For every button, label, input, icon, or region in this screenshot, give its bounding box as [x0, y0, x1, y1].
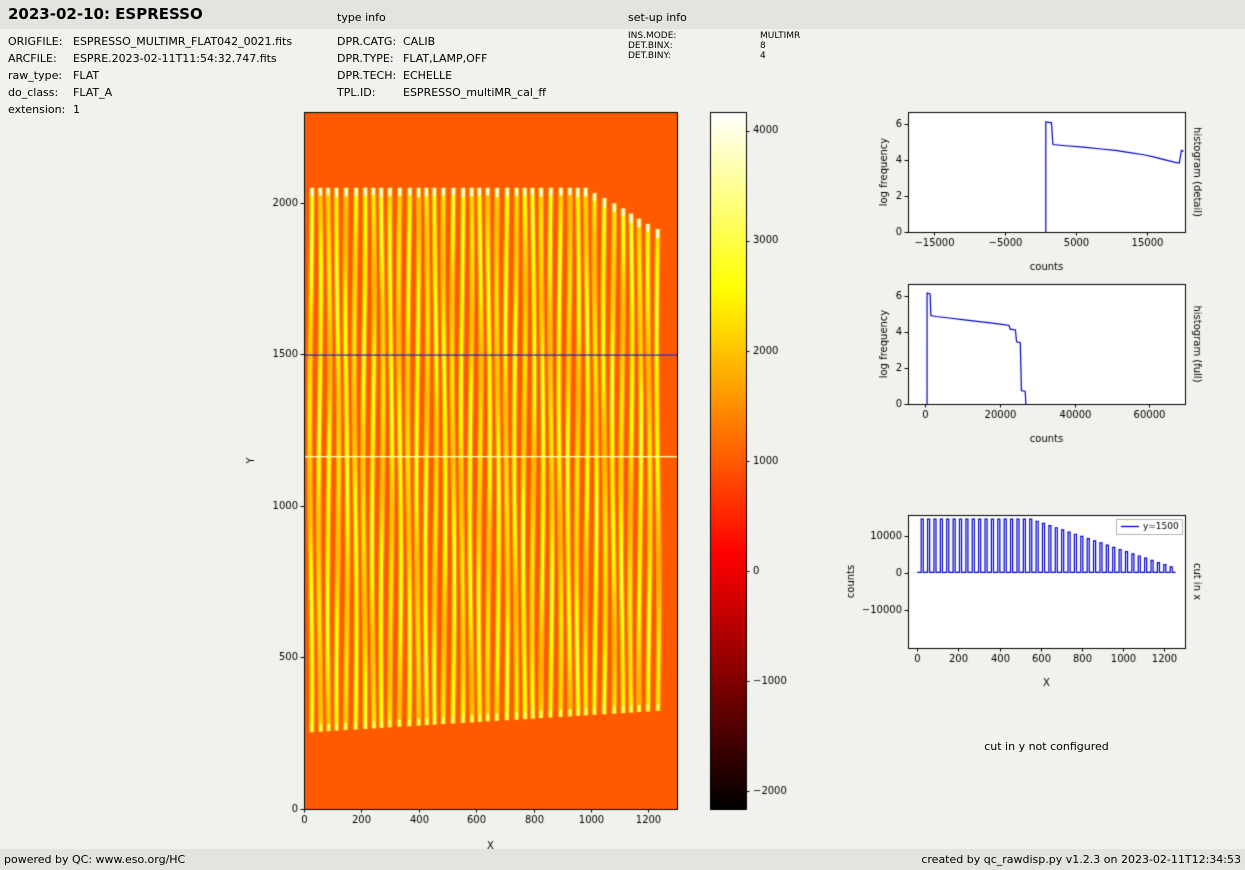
dpr-tech-label: DPR.TECH:: [337, 69, 397, 82]
arcfile-row: ARCFILE: ESPRE.2023-02-11T11:54:32.747.fi…: [8, 50, 292, 67]
raw-type-row: raw_type: FLAT: [8, 67, 292, 84]
origfile-value: ESPRESSO_MULTIMR_FLAT042_0021.fits: [73, 35, 293, 48]
arcfile-value: ESPRE.2023-02-11T11:54:32.747.fits: [73, 52, 277, 65]
cut-in-y-note: cut in y not configured: [984, 740, 1109, 753]
dpr-tech-row: DPR.TECH: ECHELLE: [337, 67, 546, 84]
dpr-catg-label: DPR.CATG:: [337, 35, 397, 48]
det-binx-row: DET.BINX: 8: [628, 41, 800, 51]
origfile-label: ORIGFILE:: [8, 35, 63, 48]
arcfile-label: ARCFILE:: [8, 52, 57, 65]
type-info-heading: type info: [337, 11, 386, 24]
tpl-id-label: TPL.ID:: [337, 86, 376, 99]
tpl-id-value: ESPRESSO_multiMR_cal_ff: [403, 86, 546, 99]
ins-mode-label: INS.MODE:: [628, 31, 677, 41]
raw-type-value: FLAT: [73, 69, 100, 82]
setup-info-heading: set-up info: [628, 11, 687, 24]
dpr-type-row: DPR.TYPE: FLAT,LAMP,OFF: [337, 50, 546, 67]
raw-type-label: raw_type:: [8, 69, 63, 82]
dpr-type-value: FLAT,LAMP,OFF: [403, 52, 488, 65]
dpr-type-label: DPR.TYPE:: [337, 52, 394, 65]
page-title: 2023-02-10: ESPRESSO: [8, 5, 203, 23]
det-biny-label: DET.BINY:: [628, 51, 671, 61]
histogram-detail-plot: [830, 100, 1245, 280]
setup-info-block: INS.MODE: MULTIMR DET.BINX: 8 DET.BINY: 4: [628, 31, 800, 61]
det-biny-row: DET.BINY: 4: [628, 51, 800, 61]
histogram-full-plot: [830, 272, 1245, 457]
ins-mode-row: INS.MODE: MULTIMR: [628, 31, 800, 41]
det-binx-label: DET.BINX:: [628, 41, 673, 51]
dpr-catg-row: DPR.CATG: CALIB: [337, 33, 546, 50]
det-binx-value: 8: [760, 41, 766, 51]
footer-created-by: created by qc_rawdisp.py v1.2.3 on 2023-…: [921, 853, 1241, 866]
origfile-row: ORIGFILE: ESPRESSO_MULTIMR_FLAT042_0021.f…: [8, 33, 292, 50]
dpr-catg-value: CALIB: [403, 35, 436, 48]
ins-mode-value: MULTIMR: [760, 31, 801, 41]
do-class-value: FLAT_A: [73, 86, 113, 99]
footer-powered-by: powered by QC: www.eso.org/HC: [4, 853, 186, 866]
qc-report-page: 2023-02-10: ESPRESSO type info set-up in…: [0, 0, 1245, 870]
type-info-block: DPR.CATG: CALIB DPR.TYPE: FLAT,LAMP,OFF DP…: [337, 33, 546, 101]
raw-frame-heatmap: [240, 100, 800, 858]
extension-value: 1: [73, 103, 80, 116]
det-biny-value: 4: [760, 51, 766, 61]
footer-bar: powered by QC: www.eso.org/HC created by…: [0, 849, 1245, 870]
dpr-tech-value: ECHELLE: [403, 69, 453, 82]
header-bar: 2023-02-10: ESPRESSO type info set-up in…: [0, 0, 1245, 29]
tpl-id-row: TPL.ID: ESPRESSO_multiMR_cal_ff: [337, 84, 546, 101]
extension-label: extension:: [8, 103, 66, 116]
cut-in-x-plot: [830, 503, 1245, 690]
do-class-label: do_class:: [8, 86, 59, 99]
do-class-row: do_class: FLAT_A: [8, 84, 292, 101]
